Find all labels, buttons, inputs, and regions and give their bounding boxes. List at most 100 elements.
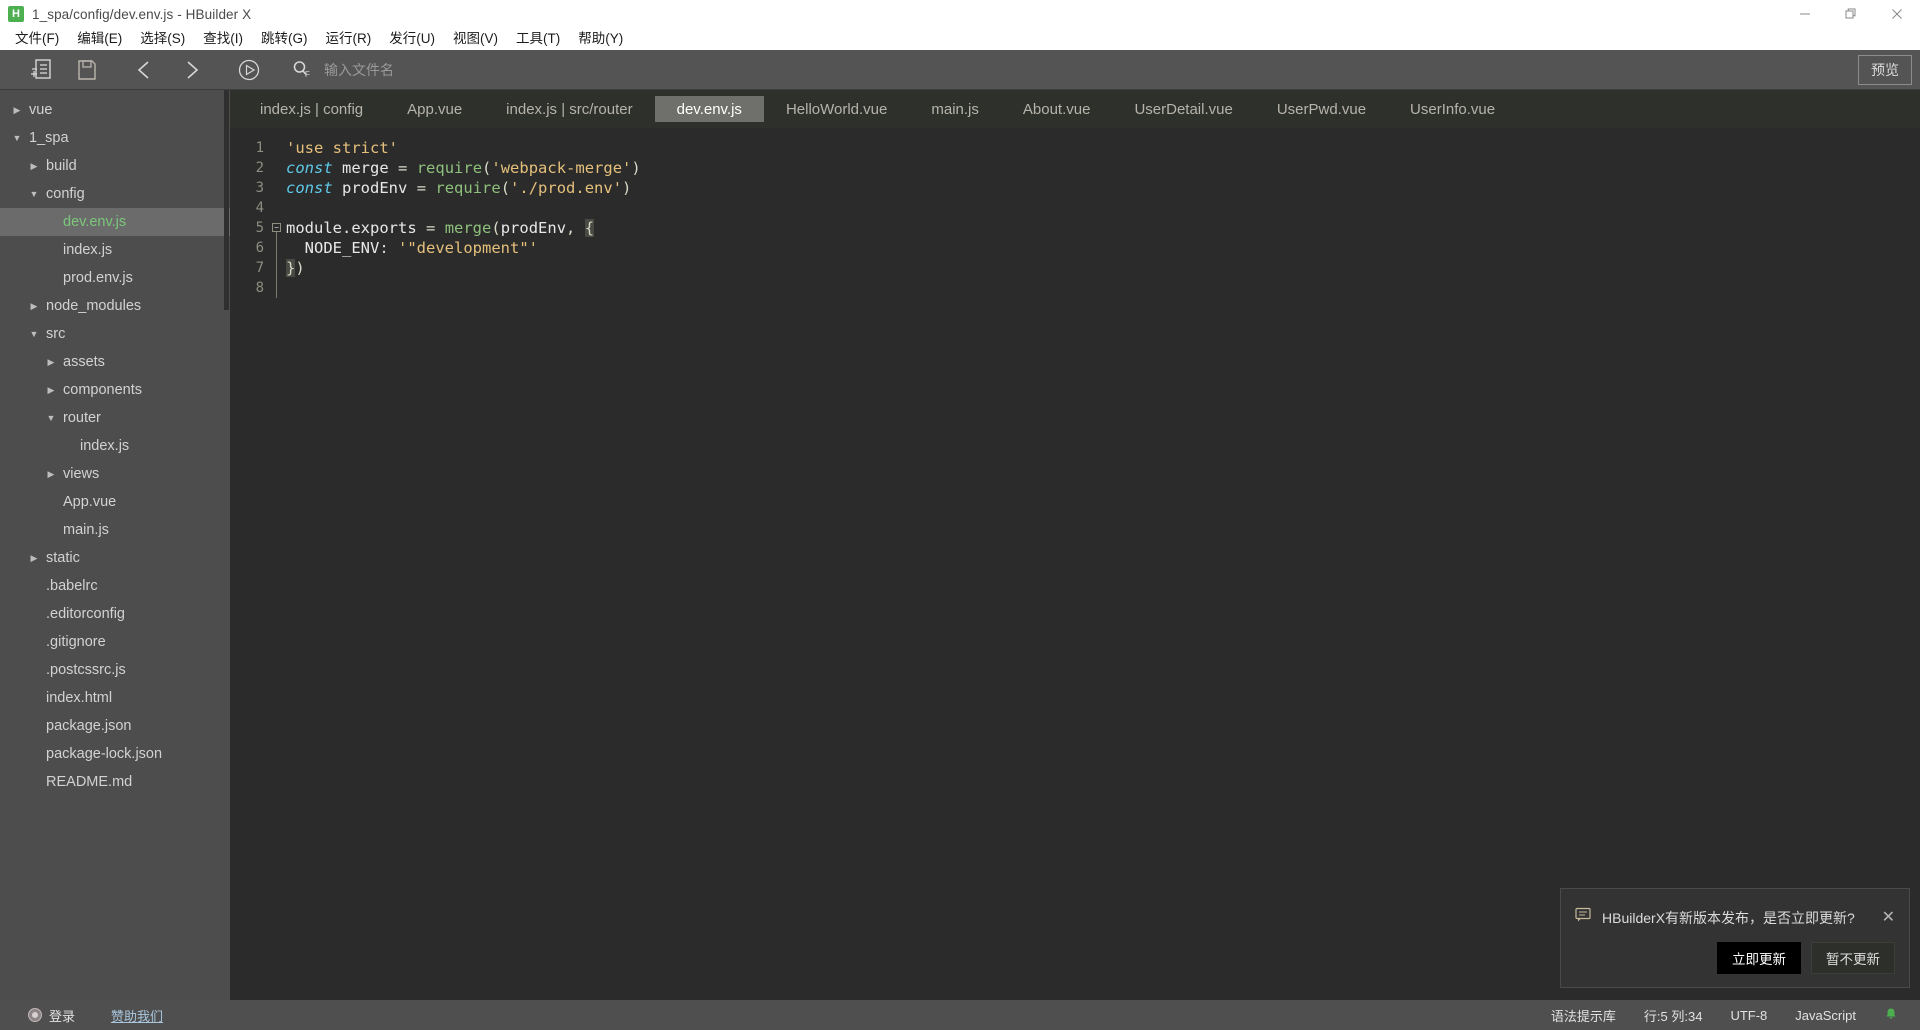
toolbar: F 预览 <box>0 50 1920 90</box>
fold-column[interactable]: − <box>270 138 284 1000</box>
tree-item-package.json[interactable]: package.json <box>0 712 230 740</box>
tree-item-prod.env.js[interactable]: prod.env.js <box>0 264 230 292</box>
tree-item-components[interactable]: ▶ components <box>0 376 230 404</box>
search-file-icon[interactable]: F <box>288 59 316 81</box>
editor-tab-HelloWorld.vue[interactable]: HelloWorld.vue <box>764 96 909 122</box>
tree-item-build[interactable]: ▶ build <box>0 152 230 180</box>
new-file-icon[interactable] <box>20 54 62 86</box>
forward-arrow-icon[interactable] <box>170 54 212 86</box>
tree-item-config[interactable]: ▼ config <box>0 180 230 208</box>
preview-button[interactable]: 预览 <box>1858 54 1912 85</box>
menu-publish[interactable]: 发行(U) <box>380 28 444 50</box>
editor-tab-index.js[interactable]: index.js | src/router <box>484 96 654 122</box>
update-now-button[interactable]: 立即更新 <box>1717 942 1801 974</box>
tree-item-label: prod.env.js <box>63 270 133 286</box>
file-search-box[interactable] <box>316 55 1858 85</box>
tree-item-views[interactable]: ▶ views <box>0 460 230 488</box>
editor-tab-index.js[interactable]: index.js | config <box>238 96 385 122</box>
editor-tab-UserInfo.vue[interactable]: UserInfo.vue <box>1388 96 1517 122</box>
tree-item-label: views <box>63 466 100 482</box>
editor-tab-About.vue[interactable]: About.vue <box>1001 96 1113 122</box>
chevron-down-icon[interactable]: ▼ <box>27 189 41 199</box>
line-number-gutter: 1 2 3 4 5 6 7 8 <box>230 138 270 1000</box>
editor-tab-dev.env.js[interactable]: dev.env.js <box>654 96 764 122</box>
menu-bar: 文件(F) 编辑(E) 选择(S) 查找(I) 跳转(G) 运行(R) 发行(U… <box>0 28 1920 50</box>
code-content[interactable]: 'use strict' const merge = require('webp… <box>284 138 1920 1000</box>
chevron-right-icon[interactable]: ▶ <box>44 357 58 368</box>
chevron-right-icon[interactable]: ▶ <box>27 161 41 172</box>
tree-item-main.js[interactable]: main.js <box>0 516 230 544</box>
tree-item-.postcssrc.js[interactable]: .postcssrc.js <box>0 656 230 684</box>
tree-item-.babelrc[interactable]: .babelrc <box>0 572 230 600</box>
tree-item-index.html[interactable]: index.html <box>0 684 230 712</box>
editor-tab-UserPwd.vue[interactable]: UserPwd.vue <box>1255 96 1388 122</box>
tree-item-index.js[interactable]: index.js <box>0 236 230 264</box>
menu-view[interactable]: 视图(V) <box>444 28 507 50</box>
fold-toggle-icon[interactable]: − <box>272 223 281 232</box>
syntax-library-label[interactable]: 语法提示库 <box>1551 1006 1616 1025</box>
tree-item-.editorconfig[interactable]: .editorconfig <box>0 600 230 628</box>
minimize-button[interactable] <box>1782 0 1828 28</box>
chevron-right-icon[interactable]: ▶ <box>10 105 24 116</box>
code-editor[interactable]: 1 2 3 4 5 6 7 8 − 'use strict' const merge = re… <box>230 128 1920 1000</box>
tree-item-1_spa[interactable]: ▼ 1_spa <box>0 124 230 152</box>
run-play-icon[interactable] <box>228 54 270 86</box>
tree-item-.gitignore[interactable]: .gitignore <box>0 628 230 656</box>
back-arrow-icon[interactable] <box>124 54 166 86</box>
encoding-label[interactable]: UTF-8 <box>1730 1008 1767 1023</box>
title-bar: H 1_spa/config/dev.env.js - HBuilder X <box>0 0 1920 28</box>
chevron-right-icon[interactable]: ▶ <box>27 301 41 312</box>
tree-item-README.md[interactable]: README.md <box>0 768 230 796</box>
tree-item-vue[interactable]: ▶ vue <box>0 96 230 124</box>
close-icon[interactable]: ✕ <box>1880 909 1897 925</box>
sidebar-scrollbar[interactable] <box>224 90 229 310</box>
menu-find[interactable]: 查找(I) <box>194 28 252 50</box>
line-number: 8 <box>255 280 264 296</box>
editor-tab-UserDetail.vue[interactable]: UserDetail.vue <box>1112 96 1254 122</box>
tree-item-label: components <box>63 382 142 398</box>
save-icon[interactable] <box>66 54 108 86</box>
menu-help[interactable]: 帮助(Y) <box>569 28 632 50</box>
chevron-down-icon[interactable]: ▼ <box>27 329 41 339</box>
editor-area: index.js | config App.vue index.js | src/r… <box>230 90 1920 1000</box>
tree-item-dev.env.js[interactable]: dev.env.js <box>0 208 230 236</box>
line-number: 3 <box>255 180 264 196</box>
menu-tools[interactable]: 工具(T) <box>507 28 569 50</box>
search-input[interactable] <box>324 61 1858 78</box>
cursor-position-label[interactable]: 行:5 列:34 <box>1644 1006 1703 1025</box>
chevron-right-icon[interactable]: ▶ <box>44 469 58 480</box>
menu-goto[interactable]: 跳转(G) <box>252 28 317 50</box>
tree-item-static[interactable]: ▶ static <box>0 544 230 572</box>
line-number: 6 <box>255 240 264 256</box>
tree-item-label: .babelrc <box>46 578 98 594</box>
menu-edit[interactable]: 编辑(E) <box>68 28 131 50</box>
menu-file[interactable]: 文件(F) <box>6 28 68 50</box>
bell-icon[interactable] <box>1884 1007 1898 1024</box>
menu-run[interactable]: 运行(R) <box>317 28 381 50</box>
line-number: 7 <box>255 260 264 276</box>
chevron-down-icon[interactable]: ▼ <box>44 413 58 423</box>
tree-item-node_modules[interactable]: ▶ node_modules <box>0 292 230 320</box>
chevron-right-icon[interactable]: ▶ <box>27 553 41 564</box>
editor-tab-App.vue[interactable]: App.vue <box>385 96 484 122</box>
login-button[interactable]: 登录 <box>28 1006 75 1025</box>
menu-select[interactable]: 选择(S) <box>131 28 194 50</box>
language-mode-label[interactable]: JavaScript <box>1795 1008 1856 1023</box>
tree-item-App.vue[interactable]: App.vue <box>0 488 230 516</box>
sponsor-link[interactable]: 赞助我们 <box>111 1006 163 1025</box>
update-later-button[interactable]: 暂不更新 <box>1811 942 1895 974</box>
tree-item-index.js[interactable]: index.js <box>0 432 230 460</box>
code-line-5: module.exports = merge(prodEnv, { <box>286 219 595 237</box>
chevron-down-icon[interactable]: ▼ <box>10 133 24 143</box>
close-button[interactable] <box>1874 0 1920 28</box>
maximize-button[interactable] <box>1828 0 1874 28</box>
chevron-right-icon[interactable]: ▶ <box>44 385 58 396</box>
tree-item-router[interactable]: ▼ router <box>0 404 230 432</box>
message-bubble-icon <box>1575 907 1592 928</box>
tree-item-src[interactable]: ▼ src <box>0 320 230 348</box>
tree-item-package-lock.json[interactable]: package-lock.json <box>0 740 230 768</box>
editor-tab-main.js[interactable]: main.js <box>909 96 1001 122</box>
login-label: 登录 <box>49 1008 76 1024</box>
tree-item-label: vue <box>29 102 53 118</box>
tree-item-assets[interactable]: ▶ assets <box>0 348 230 376</box>
